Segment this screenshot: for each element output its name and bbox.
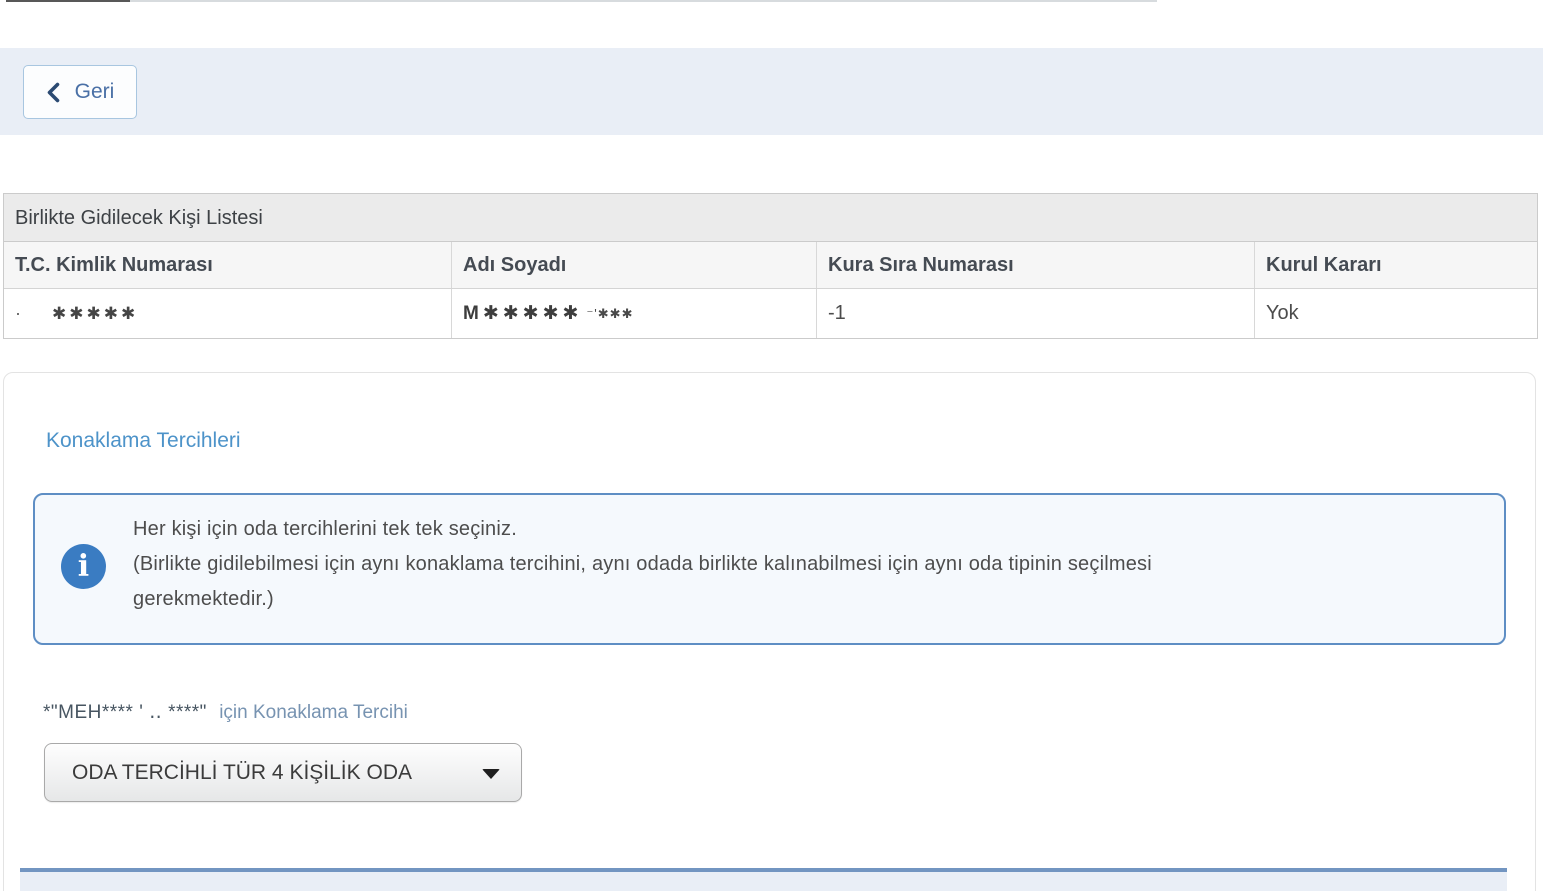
cell-adi-soyadi: M✱✱✱✱✱ ⁻'✱✱✱ bbox=[451, 289, 816, 338]
col-header-kura-sira: Kura Sıra Numarası bbox=[816, 242, 1254, 288]
col-header-kurul-karari: Kurul Kararı bbox=[1254, 242, 1537, 288]
caret-down-icon bbox=[482, 769, 500, 779]
next-section-strip bbox=[20, 872, 1507, 891]
tc-masked-value: ✱✱✱✱✱ bbox=[52, 304, 138, 324]
table-row: · ✱✱✱✱✱ M✱✱✱✱✱ ⁻'✱✱✱ -1 Yok bbox=[4, 289, 1537, 338]
chevron-left-icon bbox=[46, 82, 60, 103]
back-button-label: Geri bbox=[75, 80, 115, 104]
cell-kura-sira: -1 bbox=[816, 289, 1254, 338]
col-header-tc-kimlik: T.C. Kimlik Numarası bbox=[4, 242, 451, 288]
table-header-row: T.C. Kimlik Numarası Adı Soyadı Kura Sır… bbox=[4, 242, 1537, 289]
info-text: Her kişi için oda tercihlerini tek tek s… bbox=[133, 512, 1463, 617]
top-hairline-light bbox=[130, 0, 1157, 2]
person-list-table: Birlikte Gidilecek Kişi Listesi T.C. Kim… bbox=[3, 193, 1538, 339]
tc-mask-prefix: · bbox=[15, 303, 21, 324]
preference-label-suffix: için Konaklama Tercihi bbox=[219, 702, 408, 723]
cell-tc-kimlik: · ✱✱✱✱✱ bbox=[4, 289, 451, 338]
name-masked-tail: ⁻'✱✱✱ bbox=[586, 306, 633, 322]
table-title: Birlikte Gidilecek Kişi Listesi bbox=[4, 194, 1537, 242]
preference-label: *"MEH**** ' ‥ ****" için Konaklama Terci… bbox=[43, 701, 408, 724]
top-hairline-dark bbox=[6, 0, 130, 2]
room-type-select-value: ODA TERCİHLİ TÜR 4 KİŞİLİK ODA bbox=[72, 761, 412, 785]
cell-kurul-karari: Yok bbox=[1254, 289, 1537, 338]
preference-label-name: *"MEH**** ' ‥ ****" bbox=[43, 702, 207, 723]
page: Geri Birlikte Gidilecek Kişi Listesi T.C… bbox=[0, 0, 1543, 891]
name-masked-value: M✱✱✱✱✱ bbox=[463, 302, 582, 325]
info-icon: i bbox=[61, 544, 106, 589]
toolbar: Geri bbox=[0, 48, 1543, 135]
info-line-3: gerekmektedir.) bbox=[133, 582, 1463, 617]
info-line-1: Her kişi için oda tercihlerini tek tek s… bbox=[133, 512, 1463, 547]
info-line-2: (Birlikte gidilebilmesi için aynı konakl… bbox=[133, 547, 1463, 582]
panel-title: Konaklama Tercihleri bbox=[46, 429, 241, 453]
col-header-adi-soyadi: Adı Soyadı bbox=[451, 242, 816, 288]
room-type-select[interactable]: ODA TERCİHLİ TÜR 4 KİŞİLİK ODA bbox=[44, 743, 522, 802]
back-button[interactable]: Geri bbox=[23, 65, 137, 119]
